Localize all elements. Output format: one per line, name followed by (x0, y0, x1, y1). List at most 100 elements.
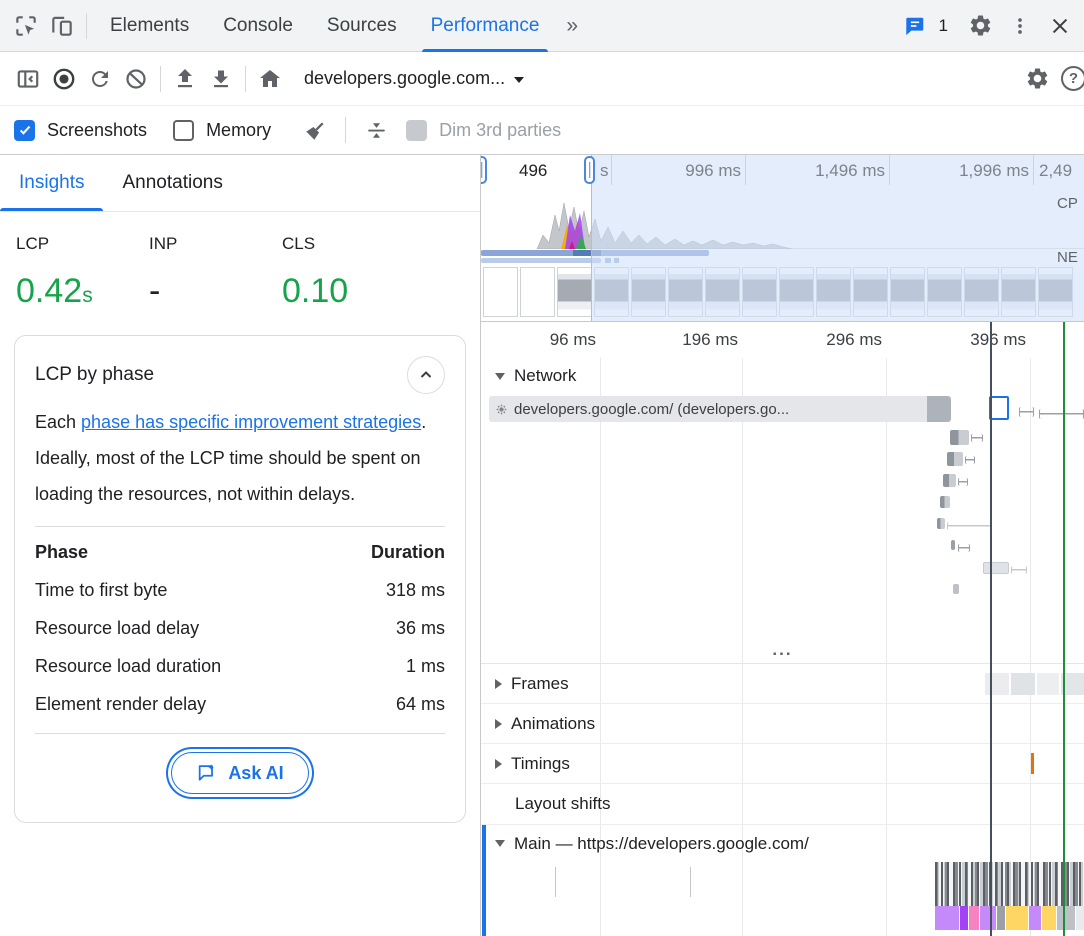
card-title: LCP by phase (35, 364, 154, 386)
request-whisker[interactable] (1039, 409, 1084, 419)
phase-name: Time to first byte (35, 580, 167, 601)
tab-annotations[interactable]: Annotations (103, 155, 241, 211)
metric-lcp: LCP 0.42s (16, 234, 149, 311)
network-request-bar[interactable] (943, 474, 956, 487)
metric-unit: s (82, 284, 93, 307)
frame-block[interactable] (1011, 673, 1035, 695)
ruler-tick: 96 ms (520, 330, 596, 350)
track-label: Main — https://developers.google.com/ (514, 834, 809, 854)
timeline-overview[interactable]: 496 s 996 ms 1,496 ms 1,996 ms 2,49 CP N… (481, 155, 1084, 322)
device-toolbar-button[interactable] (44, 8, 80, 44)
request-whisker[interactable] (971, 434, 983, 442)
flame-strip-segment (980, 906, 996, 930)
flame-strip-segment (969, 906, 979, 930)
main-track-selection-bar (482, 825, 486, 936)
collapse-triangle-icon (495, 840, 505, 847)
sidebar-tabs: Insights Annotations (0, 155, 480, 212)
timings-track[interactable]: Timings (481, 744, 1084, 784)
settings-button[interactable] (962, 8, 998, 44)
issues-button[interactable] (897, 8, 933, 44)
collapse-tracks-button[interactable] (358, 112, 394, 148)
dcl-marker-line (990, 322, 992, 936)
record-and-reload-button[interactable] (82, 61, 118, 97)
frame-block[interactable] (1037, 673, 1059, 695)
collapse-card-button[interactable] (407, 356, 445, 394)
download-profile-button[interactable] (203, 61, 239, 97)
lcp-by-phase-card: LCP by phase Each phase has specific imp… (14, 335, 466, 823)
performance-toolbar: developers.google.com... ? (0, 52, 1084, 106)
main-track-header[interactable]: Main — https://developers.google.com/ (481, 825, 1084, 862)
phase-table-header: Phase Duration (35, 533, 445, 571)
request-whisker[interactable] (958, 544, 970, 552)
screenshot-thumbnail[interactable] (557, 267, 592, 317)
request-whisker[interactable] (1011, 566, 1027, 574)
frames-track[interactable]: Frames (481, 664, 1084, 704)
phase-name: Resource load delay (35, 618, 199, 639)
resize-dots: ... (772, 645, 792, 655)
expand-triangle-icon (495, 719, 502, 729)
divider (160, 66, 161, 92)
core-web-vitals: LCP 0.42s INP - CLS 0.10 (0, 212, 480, 311)
request-whisker[interactable] (965, 456, 975, 464)
network-request-bar[interactable] (983, 562, 1009, 574)
upload-profile-button[interactable] (167, 61, 203, 97)
gear-icon (968, 13, 993, 38)
screenshot-thumbnail[interactable] (520, 267, 555, 317)
ask-ai-button[interactable]: Ask AI (171, 752, 308, 794)
tab-label: Performance (431, 15, 540, 37)
ask-ai-container: Ask AI (35, 734, 445, 802)
panel-left-icon (15, 66, 41, 92)
screenshots-checkbox[interactable] (14, 120, 35, 141)
metric-number: 0.42 (16, 272, 82, 310)
clear-recording-button[interactable] (118, 61, 154, 97)
inspect-element-button[interactable] (8, 8, 44, 44)
animations-track[interactable]: Animations (481, 704, 1084, 744)
network-request-bar[interactable] (951, 540, 955, 550)
inspect-icon (13, 13, 39, 39)
improvement-strategies-link[interactable]: phase has specific improvement strategie… (81, 412, 421, 432)
network-request-bar[interactable] (947, 452, 963, 466)
card-description: Each phase has specific improvement stra… (35, 404, 445, 512)
memory-checkbox[interactable] (173, 120, 194, 141)
phase-column-header: Phase (35, 542, 88, 563)
network-request-bar[interactable] (940, 496, 950, 508)
main-flame-chart[interactable] (935, 862, 1084, 906)
selection-left-handle[interactable] (481, 156, 487, 184)
request-whisker[interactable] (1019, 407, 1034, 417)
layout-shifts-track[interactable]: Layout shifts (481, 784, 1084, 825)
phase-duration: 1 ms (406, 656, 445, 677)
tab-console[interactable]: Console (206, 0, 310, 52)
home-button[interactable] (252, 61, 288, 97)
network-request-bar[interactable] (953, 584, 959, 594)
toggle-sidebar-button[interactable] (10, 61, 46, 97)
tab-label: Annotations (122, 172, 222, 194)
history-url-selector[interactable]: developers.google.com... (304, 68, 524, 89)
flame-strip[interactable] (935, 906, 1084, 930)
metric-label: LCP (16, 234, 149, 254)
help-button[interactable]: ? (1061, 66, 1084, 91)
capture-settings-button[interactable] (1019, 61, 1055, 97)
request-whisker[interactable] (947, 522, 991, 530)
collect-garbage-button[interactable] (297, 112, 333, 148)
tab-performance[interactable]: Performance (414, 0, 557, 52)
divider (245, 66, 246, 92)
screenshot-thumbnail[interactable] (483, 267, 518, 317)
network-track-header[interactable]: Network (495, 366, 576, 386)
network-request-bar[interactable] (989, 396, 1009, 420)
frame-block[interactable] (985, 673, 1009, 695)
tab-elements[interactable]: Elements (93, 0, 206, 52)
menu-button[interactable] (1002, 8, 1038, 44)
tab-sources[interactable]: Sources (310, 0, 414, 52)
network-request-bar[interactable]: developers.google.com/ (developers.go... (489, 396, 951, 422)
device-toolbar-icon (49, 13, 75, 39)
more-tabs-button[interactable]: » (556, 14, 586, 38)
metric-number: - (149, 272, 160, 310)
request-whisker[interactable] (958, 478, 968, 486)
selection-right-handle[interactable] (584, 156, 595, 184)
network-request-bar[interactable] (937, 518, 945, 529)
track-resize-handle[interactable]: ... (481, 645, 1084, 664)
tab-insights[interactable]: Insights (0, 155, 103, 211)
record-button[interactable] (46, 61, 82, 97)
network-request-bar[interactable] (950, 430, 969, 445)
close-devtools-button[interactable] (1042, 8, 1078, 44)
